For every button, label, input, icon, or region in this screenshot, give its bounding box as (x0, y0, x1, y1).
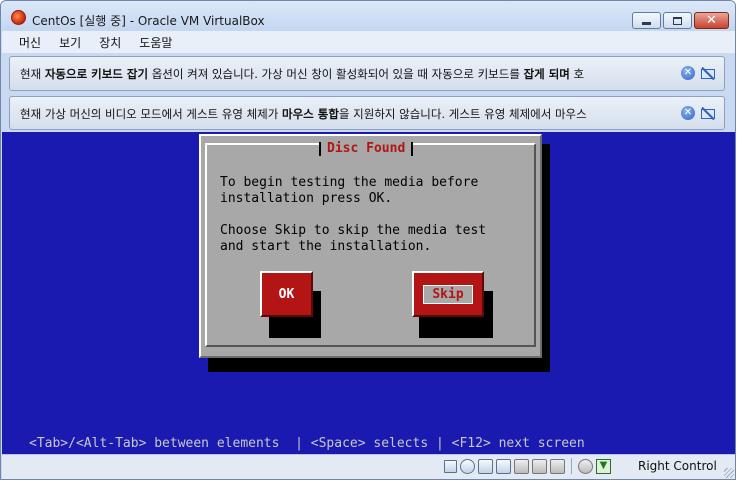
banner-close-icon[interactable]: ✕ (681, 66, 695, 80)
ok-button-label: OK (278, 286, 295, 302)
status-bar: ▼ Right Control (2, 454, 735, 479)
shared-folders-icon[interactable] (514, 458, 529, 474)
menu-view[interactable]: 보기 (50, 34, 90, 51)
status-indicators: ▼ (444, 458, 611, 474)
close-icon: ✕ (706, 13, 717, 28)
mouse-integration-icon[interactable] (578, 458, 593, 474)
banner-message: 현재 가상 머신의 비디오 모드에서 게스트 유영 체제가 마우스 통합을 지원… (20, 106, 676, 122)
mouse-integration-banner: 현재 가상 머신의 비디오 모드에서 게스트 유영 체제가 마우스 통합을 지원… (9, 96, 725, 130)
minimize-icon (642, 21, 651, 25)
banner-close-icon[interactable]: ✕ (681, 106, 695, 120)
optical-drive-icon[interactable] (460, 458, 475, 474)
skip-button[interactable]: Skip (412, 271, 484, 317)
usb-icon[interactable] (478, 458, 493, 474)
keyboard-capture-icon[interactable]: ▼ (596, 458, 611, 474)
banner-text-part: 현재 가상 머신의 비디오 모드에서 게스트 유영 체제가 (20, 107, 283, 121)
skip-button-label: Skip (423, 284, 473, 304)
host-key-label: Right Control (638, 459, 717, 473)
keyboard-capture-banner: 현재 자동으로 키보드 잡기 옵션이 켜져 있습니다. 가상 머신 창이 활성화… (9, 56, 725, 91)
disc-found-dialog: Disc Found To begin testing the media be… (199, 134, 542, 358)
installer-help-line: <Tab>/<Alt-Tab> between elements | <Spac… (29, 436, 585, 451)
banner-text-bold: 마우스 통합 (282, 107, 339, 121)
menu-devices[interactable]: 장치 (90, 34, 130, 51)
do-not-show-again-icon[interactable] (699, 66, 716, 80)
banner-text-bold: 자동으로 키보드 잡기 (44, 67, 149, 81)
display-icon[interactable] (532, 458, 547, 474)
banner-text-part: 을 지원하지 않습니다. 게스트 유영 체제에서 마우스 (338, 107, 587, 121)
window-title: CentOs [실행 중] - Oracle VM VirtualBox (32, 14, 265, 28)
network-icon[interactable] (496, 458, 511, 474)
banner-actions: ✕ (681, 66, 716, 80)
status-separator (571, 458, 572, 474)
menu-machine[interactable]: 머신 (2, 34, 50, 51)
maximize-button[interactable] (663, 12, 692, 29)
banner-text-part: 호 (569, 67, 585, 81)
menu-bar: 머신 보기 장치 도움말 (2, 31, 735, 53)
guest-display[interactable]: Disc Found To begin testing the media be… (2, 132, 735, 454)
title-bar[interactable]: CentOs [실행 중] - Oracle VM VirtualBox ✕ (1, 1, 735, 31)
resize-grip-icon[interactable] (724, 468, 734, 478)
banner-text-bold: 잡게 되며 (523, 67, 570, 81)
maximize-icon (673, 16, 682, 25)
close-button[interactable]: ✕ (694, 12, 729, 29)
capture-icon[interactable] (550, 458, 565, 474)
dialog-message: To begin testing the media before instal… (220, 175, 487, 254)
virtualbox-window: CentOs [실행 중] - Oracle VM VirtualBox ✕ 머… (0, 0, 736, 480)
dialog-title: Disc Found (319, 142, 414, 156)
menu-help[interactable]: 도움말 (130, 34, 181, 51)
dialog-frame: Disc Found To begin testing the media be… (205, 142, 536, 347)
banner-text-part: 현재 (20, 67, 45, 81)
do-not-show-again-icon[interactable] (699, 106, 716, 120)
banner-actions: ✕ (681, 106, 716, 120)
minimize-button[interactable] (632, 12, 661, 29)
virtualbox-app-icon (11, 10, 26, 25)
banner-text-part: 옵션이 켜져 있습니다. 가상 머신 창이 활성화되어 있을 때 자동으로 키보… (148, 67, 524, 81)
hard-disk-icon[interactable] (444, 459, 457, 473)
banner-message: 현재 자동으로 키보드 잡기 옵션이 켜져 있습니다. 가상 머신 창이 활성화… (20, 66, 676, 82)
ok-button[interactable]: OK (260, 271, 313, 317)
